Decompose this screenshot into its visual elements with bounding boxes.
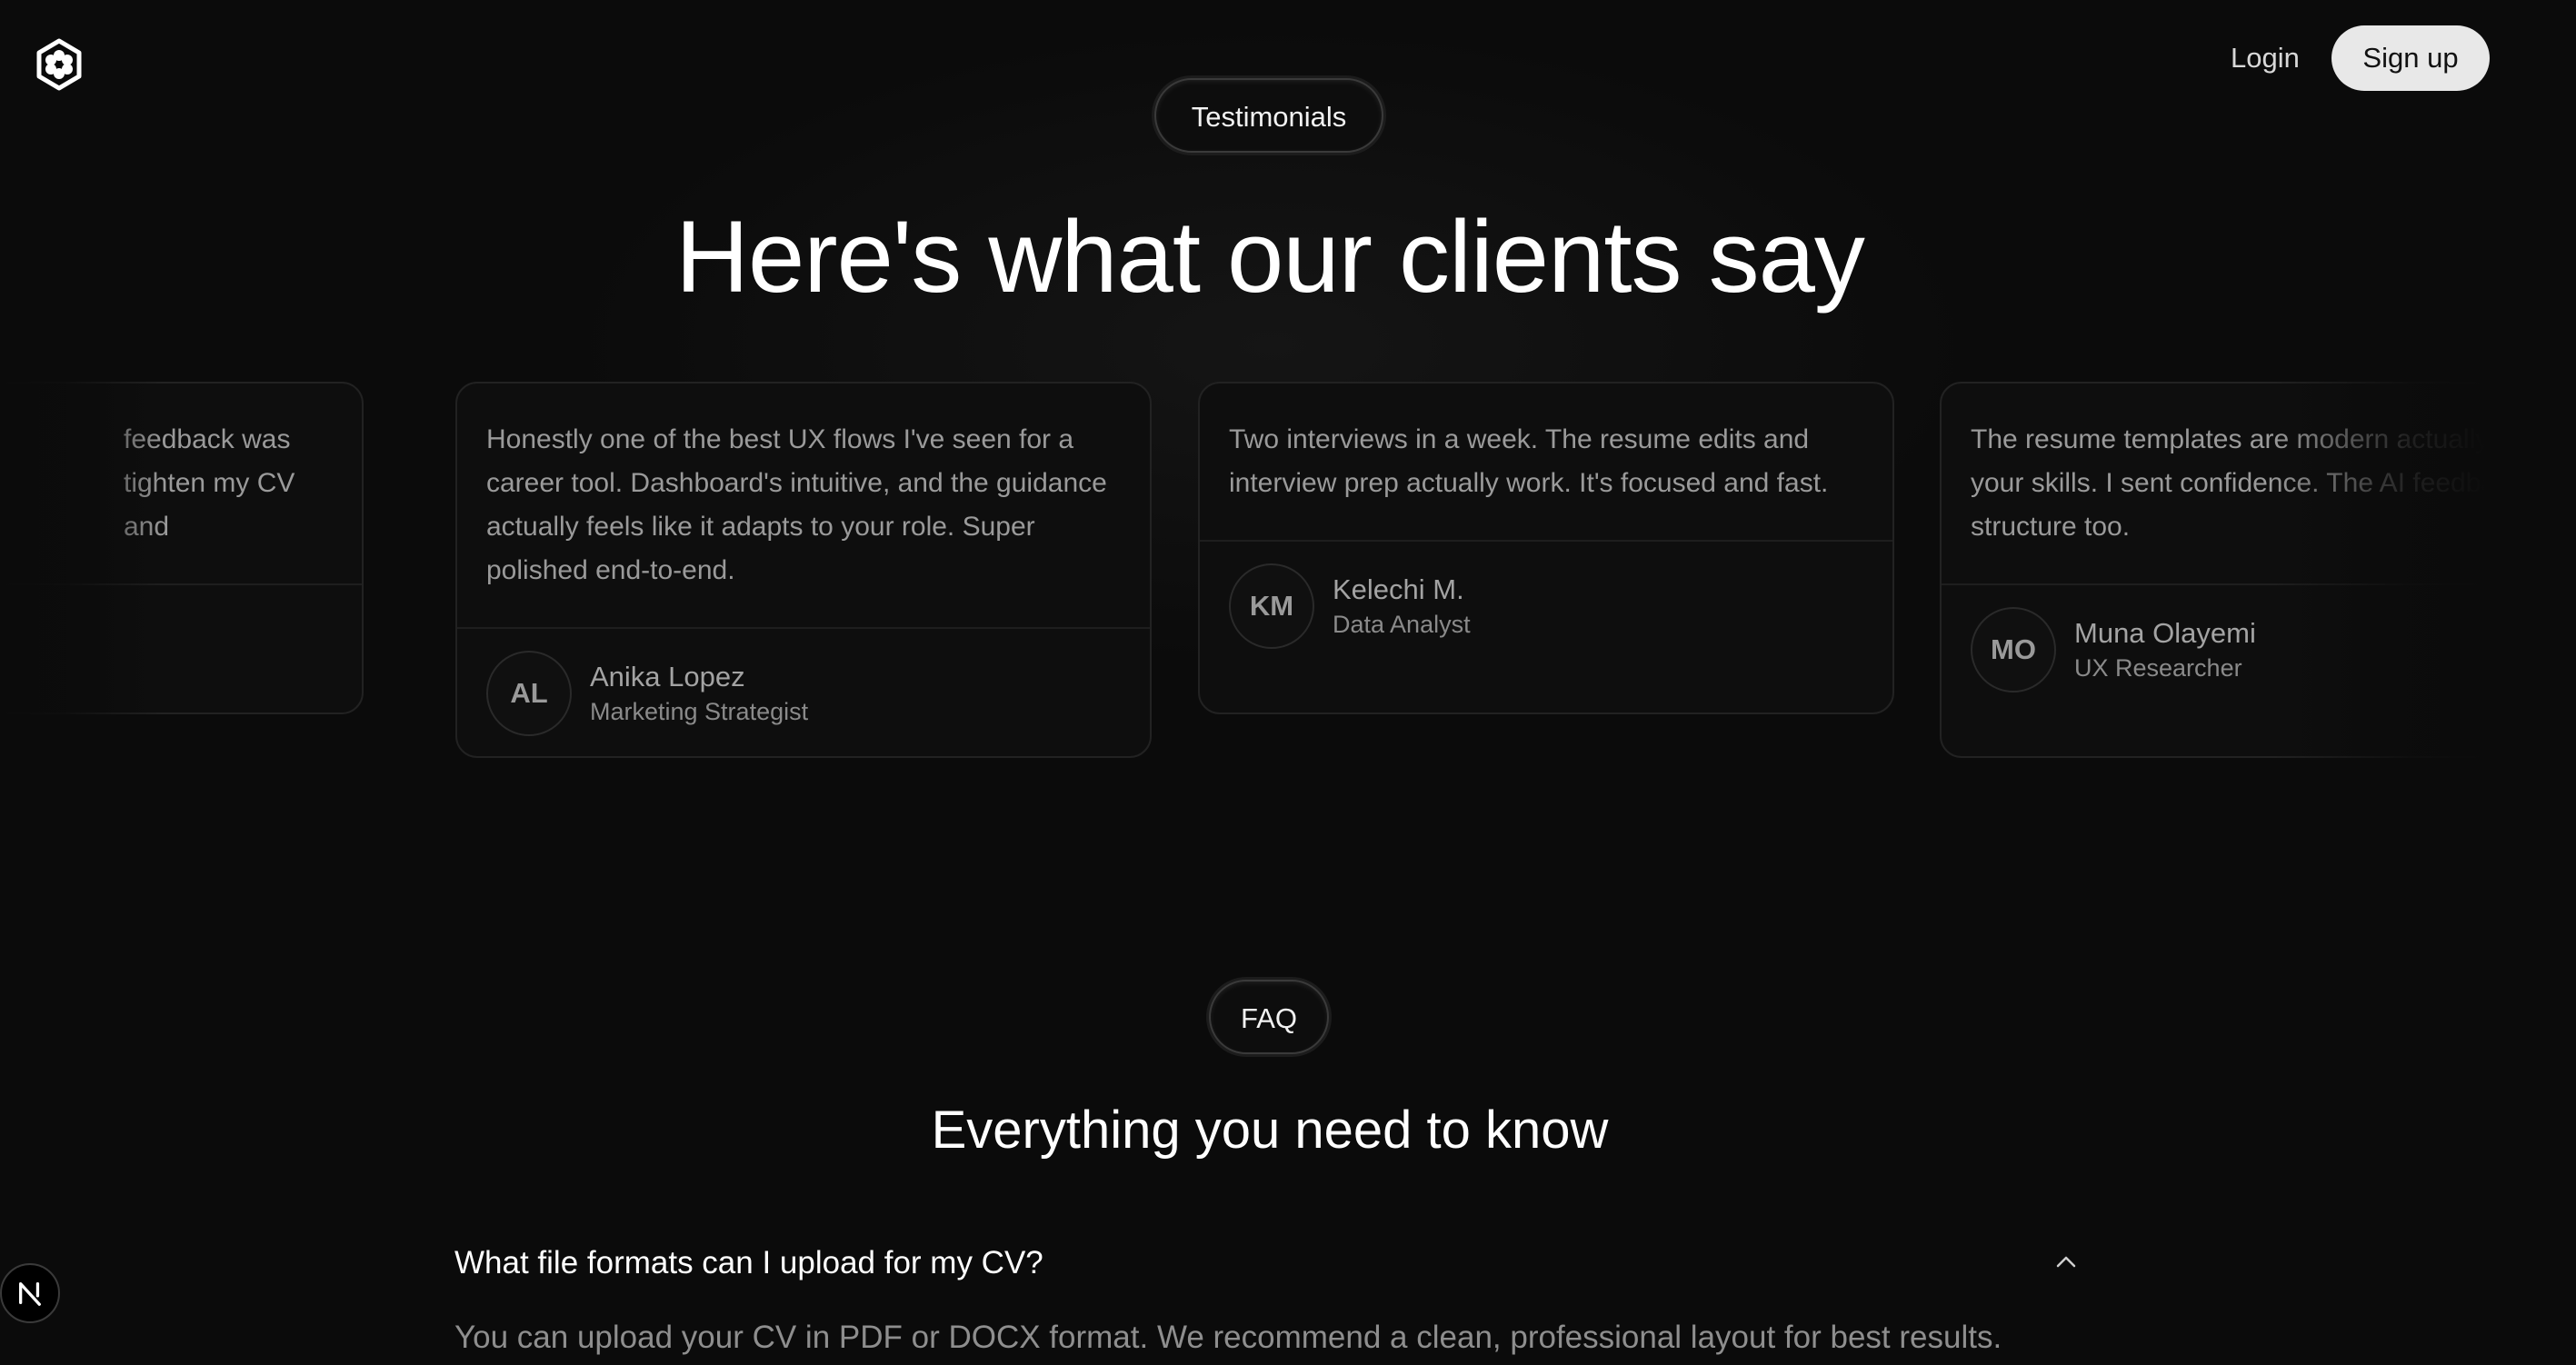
chevron-up-icon[interactable] <box>2051 1247 2082 1278</box>
testimonials-heading: Here's what our clients say <box>675 200 1865 314</box>
author-name: Muna Olayemi <box>2074 617 2256 649</box>
avatar: AL <box>486 651 572 736</box>
faq-pill: FAQ <box>1209 980 1329 1054</box>
testimonial-author: AL Anika Lopez Marketing Strategist <box>457 629 1150 756</box>
faq-heading: Everything you need to know <box>931 1101 1609 1160</box>
author-role: UX Researcher <box>2074 654 2242 682</box>
testimonial-card: Honestly one of the best UX flows I've s… <box>455 382 1152 758</box>
testimonial-author: KM Kelechi M. Data Analyst <box>1200 542 1892 671</box>
testimonials-carousel[interactable]: feedback was tighten my CV and Honestly … <box>0 382 2576 763</box>
author-name: Kelechi M. <box>1333 573 1464 605</box>
faq-question: What file formats can I upload for my CV… <box>454 1245 1043 1280</box>
testimonial-quote: Two interviews in a week. The resume edi… <box>1200 384 1892 542</box>
login-link[interactable]: Login <box>2209 35 2321 82</box>
nextjs-dev-badge[interactable] <box>0 1263 60 1323</box>
faq-answer: You can upload your CV in PDF or DOCX fo… <box>454 1320 2002 1355</box>
hexagon-flower-icon[interactable] <box>33 38 85 91</box>
testimonial-card: The resume templates are modern actually… <box>1940 382 2576 758</box>
avatar: KM <box>1229 563 1314 649</box>
author-name: Anika Lopez <box>590 661 745 692</box>
testimonials-pill: Testimonials <box>1154 78 1383 153</box>
testimonial-quote: Honestly one of the best UX flows I've s… <box>457 384 1150 629</box>
testimonial-quote: feedback was tighten my CV and <box>0 384 362 585</box>
page: Login Sign up Testimonials Here's what o… <box>0 0 2576 1365</box>
author-role: Marketing Strategist <box>590 698 809 725</box>
testimonial-card: Two interviews in a week. The resume edi… <box>1198 382 1894 714</box>
faq-question-toggle[interactable]: What file formats can I upload for my CV… <box>454 1238 2082 1292</box>
testimonial-quote: The resume templates are modern actually… <box>1942 384 2576 585</box>
testimonial-card: feedback was tighten my CV and <box>0 382 364 714</box>
signup-button[interactable]: Sign up <box>2331 25 2490 91</box>
avatar: MO <box>1971 607 2056 692</box>
nextjs-logo-icon <box>19 1282 41 1306</box>
testimonial-author: MO Muna Olayemi UX Researcher <box>1942 585 2576 714</box>
author-role: Data Analyst <box>1333 611 1471 638</box>
